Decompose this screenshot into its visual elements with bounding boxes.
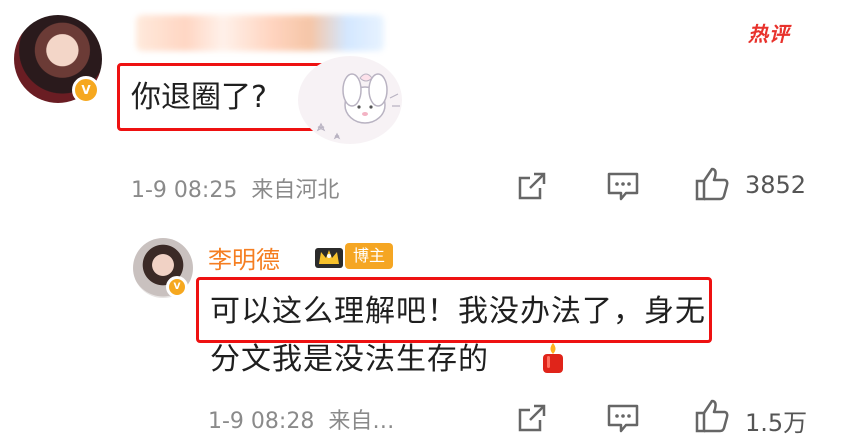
verified-badge: V <box>72 76 100 104</box>
comment-icon[interactable] <box>603 166 643 206</box>
comment-meta: 1-9 08:25 来自河北 <box>131 172 339 204</box>
comment-date: 1-9 08:25 <box>131 178 238 203</box>
crown-icon <box>315 248 343 268</box>
comment-icon[interactable] <box>603 398 643 438</box>
reply-date: 1-9 08:28 <box>208 409 315 434</box>
hot-comment-label: 热评 <box>748 22 790 46</box>
highlight-box-reply <box>196 277 712 343</box>
share-icon[interactable] <box>512 166 552 206</box>
reply-location: 来自… <box>328 409 395 434</box>
comment-location: 来自河北 <box>251 178 340 203</box>
commenter-username-blurred[interactable] <box>136 15 384 51</box>
replier-username[interactable]: 李明德 <box>208 240 280 275</box>
like-icon[interactable] <box>692 396 732 436</box>
bunny-sticker-icon <box>298 56 402 144</box>
verified-badge: V <box>166 276 188 298</box>
blogger-tag: 博主 <box>345 243 394 269</box>
like-count: 1.5万 <box>745 409 808 437</box>
candle-emoji-icon <box>543 343 563 373</box>
like-icon[interactable] <box>692 164 732 204</box>
like-count: 3852 <box>745 171 807 199</box>
share-icon[interactable] <box>512 398 552 438</box>
reply-meta: 1-9 08:28 来自… <box>208 403 394 435</box>
